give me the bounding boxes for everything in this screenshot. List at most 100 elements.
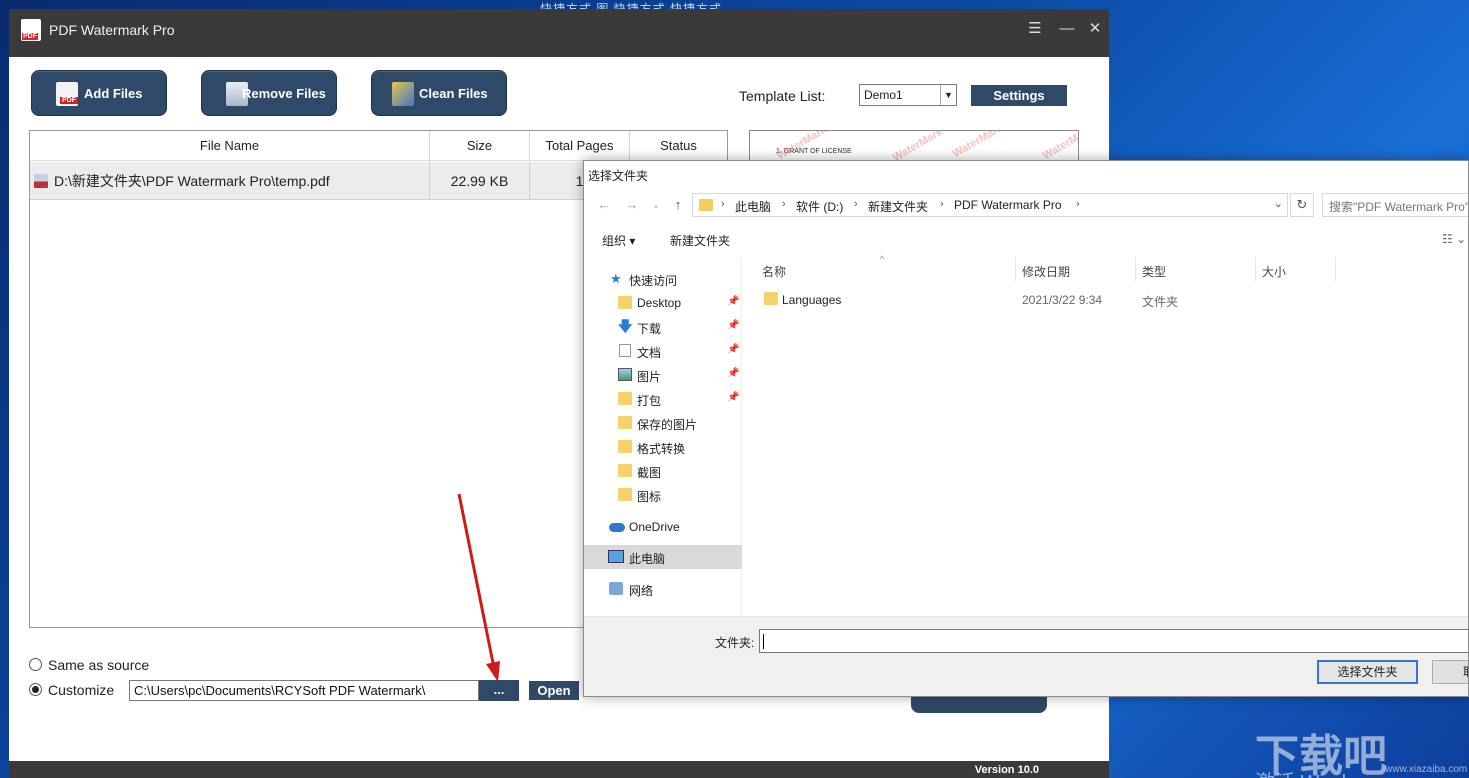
customize-label: Customize	[48, 682, 115, 698]
open-button[interactable]: Open	[529, 681, 579, 700]
status-bar: Version 10.0	[9, 761, 1109, 778]
computer-icon	[608, 550, 624, 563]
breadcrumb-separator: ›	[782, 198, 786, 210]
breadcrumb-separator: ›	[854, 198, 858, 210]
browse-button[interactable]: ...	[479, 680, 519, 701]
customize-radio[interactable]	[29, 683, 42, 696]
star-icon: ★	[610, 271, 622, 286]
col-size[interactable]: Size	[430, 131, 530, 161]
network-icon	[609, 582, 623, 595]
template-list-label: Template List:	[739, 88, 826, 104]
col-status[interactable]: Status	[630, 131, 727, 161]
tree-label: 格式转换	[637, 442, 686, 456]
picture-icon	[618, 368, 632, 381]
tree-label: 此电脑	[629, 552, 666, 566]
navigation-pane[interactable]: ★ 快速访问 Desktop 📌 🡇 下载 📌 文档 📌 图片 📌 打包 📌 保…	[584, 257, 742, 617]
tree-item-icons[interactable]: 图标	[584, 483, 742, 507]
tree-label: 网络	[629, 584, 654, 598]
pin-icon: 📌	[727, 392, 740, 403]
folder-icon	[618, 392, 632, 405]
download-icon: 🡇	[618, 318, 633, 334]
pin-icon: 📌	[727, 368, 740, 379]
select-folder-dialog: 选择文件夹 ← → ⌄ ↑ › 此电脑 › 软件 (D:) › 新建文件夹 › …	[583, 160, 1469, 697]
address-dropdown-icon[interactable]: ⌄	[1274, 197, 1283, 210]
breadcrumb-drive-d[interactable]: 软件 (D:)	[796, 198, 843, 215]
breadcrumb-this-pc[interactable]: 此电脑	[735, 198, 771, 215]
refresh-icon[interactable]: ↻	[1290, 193, 1314, 217]
tree-item-pictures[interactable]: 图片 📌	[584, 363, 742, 387]
menu-icon[interactable]: ☰	[1023, 18, 1047, 42]
pin-icon: 📌	[727, 344, 740, 355]
tree-label: 截图	[637, 466, 662, 480]
cell-size: 22.99 KB	[430, 162, 530, 200]
tree-item-downloads[interactable]: 🡇 下载 📌	[584, 315, 742, 339]
file-name-text: D:\新建文件夹\PDF Watermark Pro\temp.pdf	[54, 173, 330, 189]
remove-files-button[interactable]: Remove Files	[201, 70, 337, 116]
view-options-icon[interactable]: ☷ ⌄	[1442, 232, 1466, 246]
version-text: Version 10.0	[974, 764, 1039, 776]
tree-label: 下载	[637, 322, 662, 336]
column-divider[interactable]	[1135, 257, 1136, 281]
col-modified[interactable]: 修改日期	[1022, 263, 1070, 280]
tree-this-pc[interactable]: 此电脑	[584, 545, 742, 569]
site-url: www.xiazaiba.com	[1385, 764, 1468, 775]
tree-item-screenshots[interactable]: 截图	[584, 459, 742, 483]
pin-icon: 📌	[727, 320, 740, 331]
col-type[interactable]: 类型	[1142, 263, 1166, 280]
breadcrumb-pdf-watermark-pro[interactable]: PDF Watermark Pro	[954, 198, 1062, 212]
tree-label: 图片	[637, 370, 662, 384]
select-folder-button[interactable]: 选择文件夹	[1317, 660, 1418, 684]
app-title: PDF Watermark Pro	[49, 22, 175, 38]
recent-chevron-icon[interactable]: ⌄	[646, 195, 666, 215]
col-name[interactable]: 名称	[762, 263, 786, 280]
template-selected-value: Demo1	[864, 88, 903, 102]
close-button[interactable]: ✕	[1083, 18, 1107, 42]
template-select[interactable]: Demo1 ▼	[859, 84, 957, 106]
address-bar[interactable]: › 此电脑 › 软件 (D:) › 新建文件夹 › PDF Watermark …	[692, 193, 1288, 217]
file-date: 2021/3/22 9:34	[1022, 293, 1103, 307]
forward-arrow-icon[interactable]: →	[622, 195, 642, 215]
broom-icon	[392, 82, 414, 106]
up-arrow-icon[interactable]: ↑	[668, 195, 688, 215]
tree-item-saved-pictures[interactable]: 保存的图片	[584, 411, 742, 435]
organize-menu[interactable]: 组织 ▾	[602, 232, 635, 249]
tree-item-pack[interactable]: 打包 📌	[584, 387, 742, 411]
search-input[interactable]: 搜索"PDF Watermark Pro"	[1322, 193, 1468, 217]
cancel-button[interactable]: 取消	[1432, 660, 1468, 684]
same-as-source-radio[interactable]	[29, 658, 42, 671]
tree-item-format-convert[interactable]: 格式转换	[584, 435, 742, 459]
column-divider[interactable]	[1335, 257, 1336, 281]
dialog-footer: 文件夹: 选择文件夹 取消	[584, 616, 1468, 696]
folder-input[interactable]	[759, 629, 1468, 653]
output-path-input[interactable]: C:\Users\pc\Documents\RCYSoft PDF Waterm…	[129, 680, 479, 701]
add-pdf-icon	[56, 82, 78, 106]
folder-label: 文件夹:	[715, 636, 755, 650]
settings-button[interactable]: Settings	[971, 85, 1067, 106]
new-folder-button[interactable]: 新建文件夹	[670, 232, 730, 249]
clean-files-button[interactable]: Clean Files	[371, 70, 507, 116]
file-name: Languages	[782, 293, 842, 307]
col-file-name[interactable]: File Name	[30, 131, 430, 161]
tree-label: 打包	[637, 394, 662, 408]
tree-item-desktop[interactable]: Desktop 📌	[584, 291, 742, 315]
tree-onedrive[interactable]: OneDrive	[584, 515, 742, 539]
minimize-button[interactable]: —	[1055, 18, 1079, 42]
col-size[interactable]: 大小	[1262, 263, 1286, 280]
column-divider[interactable]	[1015, 257, 1016, 281]
tree-network[interactable]: 网络	[584, 577, 742, 601]
add-files-label: Add Files	[84, 86, 143, 101]
folder-icon	[764, 292, 778, 305]
col-total-pages[interactable]: Total Pages	[530, 131, 630, 161]
back-arrow-icon[interactable]: ←	[594, 195, 614, 215]
folder-icon	[618, 464, 632, 477]
add-files-button[interactable]: Add Files	[31, 70, 167, 116]
tree-label: 文档	[637, 346, 662, 360]
breadcrumb-new-folder[interactable]: 新建文件夹	[868, 198, 928, 215]
tree-quick-access[interactable]: ★ 快速访问	[584, 267, 742, 291]
column-divider[interactable]	[1255, 257, 1256, 281]
tree-item-documents[interactable]: 文档 📌	[584, 339, 742, 363]
tree-label: OneDrive	[629, 520, 680, 534]
preview-watermark: WaterMark	[950, 130, 1006, 161]
title-bar[interactable]: PDF Watermark Pro ☰ — ✕	[9, 9, 1109, 57]
remove-files-label: Remove Files	[242, 86, 326, 101]
